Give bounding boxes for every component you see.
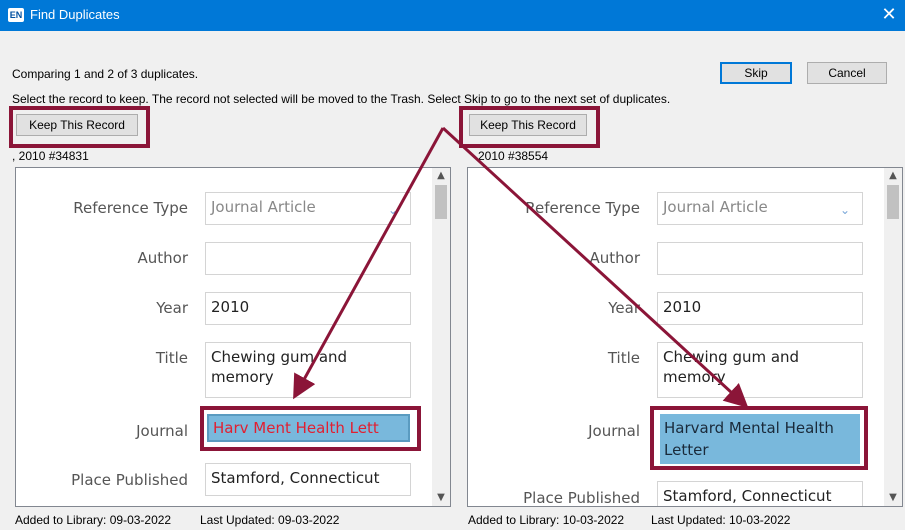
left-record-id: , 2010 #34831 bbox=[12, 149, 89, 163]
right-updated-date: Last Updated: 10-03-2022 bbox=[651, 513, 791, 527]
endnote-app-icon: EN bbox=[8, 8, 24, 22]
scroll-up-icon[interactable]: ▲ bbox=[884, 168, 902, 184]
left-author-field[interactable] bbox=[205, 242, 411, 275]
right-scrollbar[interactable]: ▲ ▼ bbox=[884, 168, 902, 506]
scroll-down-icon[interactable]: ▼ bbox=[884, 490, 902, 506]
label-title: Title bbox=[607, 349, 640, 367]
cancel-button[interactable]: Cancel bbox=[807, 62, 887, 84]
label-title: Title bbox=[155, 349, 188, 367]
scroll-thumb[interactable] bbox=[887, 185, 899, 219]
left-scrollbar[interactable]: ▲ ▼ bbox=[432, 168, 450, 506]
keep-right-highlight bbox=[459, 106, 600, 148]
right-record-id: 2010 #38554 bbox=[478, 149, 549, 163]
scroll-down-icon[interactable]: ▼ bbox=[432, 490, 450, 506]
right-journal-highlight bbox=[650, 406, 868, 470]
chevron-down-icon: ⌄ bbox=[387, 203, 398, 217]
instructions-text: Select the record to keep. The record no… bbox=[12, 92, 671, 106]
left-updated-date: Last Updated: 09-03-2022 bbox=[200, 513, 340, 527]
right-reference-type-value: Journal Article bbox=[663, 198, 768, 216]
left-year-field[interactable]: 2010 bbox=[205, 292, 411, 325]
left-place-published-field[interactable]: Stamford, Connecticut bbox=[205, 463, 411, 496]
label-year: Year bbox=[156, 299, 188, 317]
window-title: Find Duplicates bbox=[30, 7, 120, 22]
label-reference-type: Reference Type bbox=[73, 199, 188, 217]
left-title-field[interactable]: Chewing gum and memory bbox=[205, 342, 411, 398]
keep-left-highlight bbox=[9, 106, 150, 148]
skip-button[interactable]: Skip bbox=[720, 62, 792, 84]
right-year-field[interactable]: 2010 bbox=[657, 292, 863, 325]
label-reference-type: Reference Type bbox=[525, 199, 640, 217]
left-reference-type-select[interactable]: Journal Article ⌄ bbox=[205, 192, 411, 225]
label-journal: Journal bbox=[136, 422, 188, 440]
right-author-field[interactable] bbox=[657, 242, 863, 275]
label-journal: Journal bbox=[588, 422, 640, 440]
title-bar: EN Find Duplicates ✕ bbox=[0, 0, 905, 31]
right-title-field[interactable]: Chewing gum and memory bbox=[657, 342, 863, 398]
comparing-status: Comparing 1 and 2 of 3 duplicates. bbox=[12, 67, 199, 81]
right-reference-type-select[interactable]: Journal Article ⌄ bbox=[657, 192, 863, 225]
right-added-date: Added to Library: 10-03-2022 bbox=[468, 513, 625, 527]
left-record-panel[interactable]: Reference Type Journal Article ⌄ Author … bbox=[15, 167, 451, 507]
label-place-published: Place Published bbox=[71, 471, 188, 489]
left-journal-highlight bbox=[200, 406, 421, 451]
scroll-thumb[interactable] bbox=[435, 185, 447, 219]
left-reference-type-value: Journal Article bbox=[211, 198, 316, 216]
chevron-down-icon: ⌄ bbox=[839, 203, 850, 217]
label-place-published: Place Published bbox=[523, 489, 640, 507]
scroll-up-icon[interactable]: ▲ bbox=[432, 168, 450, 184]
label-year: Year bbox=[608, 299, 640, 317]
close-icon[interactable]: ✕ bbox=[879, 3, 899, 27]
left-added-date: Added to Library: 09-03-2022 bbox=[15, 513, 172, 527]
label-author: Author bbox=[137, 249, 188, 267]
label-author: Author bbox=[589, 249, 640, 267]
right-place-published-field[interactable]: Stamford, Connecticut bbox=[657, 481, 863, 506]
